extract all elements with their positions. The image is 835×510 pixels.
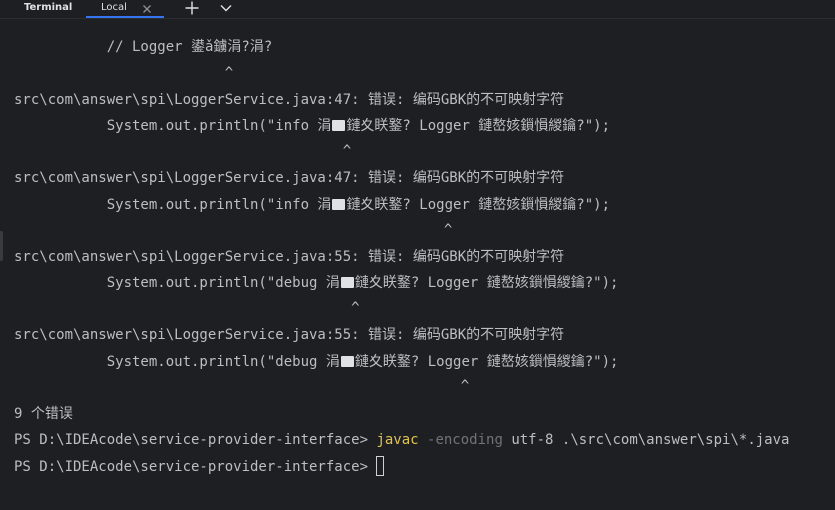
terminal-line: System.out.println("info 涓鏈夊眹鐜? Logger 鏈… xyxy=(14,194,610,216)
terminal-line: src\com\answer\spi\LoggerService.java:55… xyxy=(14,249,565,265)
speech-bubble-icon xyxy=(332,199,346,210)
error-count: 9 个错误 xyxy=(14,406,73,422)
line-text: 鏈夊眹鐜? Logger 鏈嶅姟鎻愪緵鑰?"); xyxy=(354,275,619,291)
prompt: PS D:\IDEAcode\service-provider-interfac… xyxy=(14,432,377,448)
tool-window-title: Terminal xyxy=(24,2,73,13)
terminal-line: ^ xyxy=(14,300,360,316)
terminal-line: ^ xyxy=(14,378,470,394)
terminal-line: System.out.println("debug 涓鏈夊眹鐜? Logger … xyxy=(14,272,619,294)
terminal-line: src\com\answer\spi\LoggerService.java:47… xyxy=(14,170,565,186)
line-text: 鏈夊眹鐜? Logger 鏈嶅姟鎻愪緵鑰?"); xyxy=(354,354,619,370)
terminal-line: // Logger 鍙ǎ鐪涓?涓? xyxy=(14,39,273,55)
line-text: System.out.println("info 涓 xyxy=(14,197,332,213)
bottom-edge xyxy=(0,504,835,510)
resize-handle[interactable] xyxy=(0,231,3,261)
speech-bubble-icon xyxy=(340,356,354,367)
tab-local[interactable]: Local xyxy=(86,0,164,18)
tab-local-label: Local xyxy=(101,2,127,13)
close-icon[interactable] xyxy=(140,1,154,15)
terminal-line: src\com\answer\spi\LoggerService.java:47… xyxy=(14,92,565,108)
terminal-tab-bar: Terminal Local xyxy=(0,0,835,18)
current-prompt-line[interactable]: PS D:\IDEAcode\service-provider-interfac… xyxy=(14,456,385,478)
left-gutter xyxy=(0,19,10,510)
command-keyword: javac xyxy=(376,432,419,448)
chevron-down-icon[interactable] xyxy=(216,0,236,16)
plus-icon[interactable] xyxy=(182,0,202,16)
terminal-line: System.out.println("debug 涓鏈夊眹鐜? Logger … xyxy=(14,351,619,373)
speech-bubble-icon xyxy=(332,120,346,131)
terminal-line: ^ xyxy=(14,143,352,159)
prompt: PS D:\IDEAcode\service-provider-interfac… xyxy=(14,459,377,475)
line-text: 鏈夊眹鐜? Logger 鏈嶅姟鎻愪緵鑰?"); xyxy=(346,118,611,134)
speech-bubble-icon xyxy=(340,277,354,288)
line-text: 鏈夊眹鐜? Logger 鏈嶅姟鎻愪緵鑰?"); xyxy=(346,197,611,213)
command-args: utf-8 .\src\com\answer\spi\*.java xyxy=(502,432,790,448)
terminal-line: System.out.println("info 涓鏈夊眹鐜? Logger 鏈… xyxy=(14,115,610,137)
terminal-line: ^ xyxy=(14,65,234,81)
terminal-line: src\com\answer\spi\LoggerService.java:55… xyxy=(14,327,565,343)
terminal-line: ^ xyxy=(14,222,453,238)
line-text: System.out.println("debug 涓 xyxy=(14,354,340,370)
line-text: System.out.println("debug 涓 xyxy=(14,275,340,291)
command-flag: -encoding xyxy=(418,432,503,448)
line-text: System.out.println("info 涓 xyxy=(14,118,332,134)
command-line: PS D:\IDEAcode\service-provider-interfac… xyxy=(14,429,789,451)
text-cursor[interactable] xyxy=(376,456,385,476)
